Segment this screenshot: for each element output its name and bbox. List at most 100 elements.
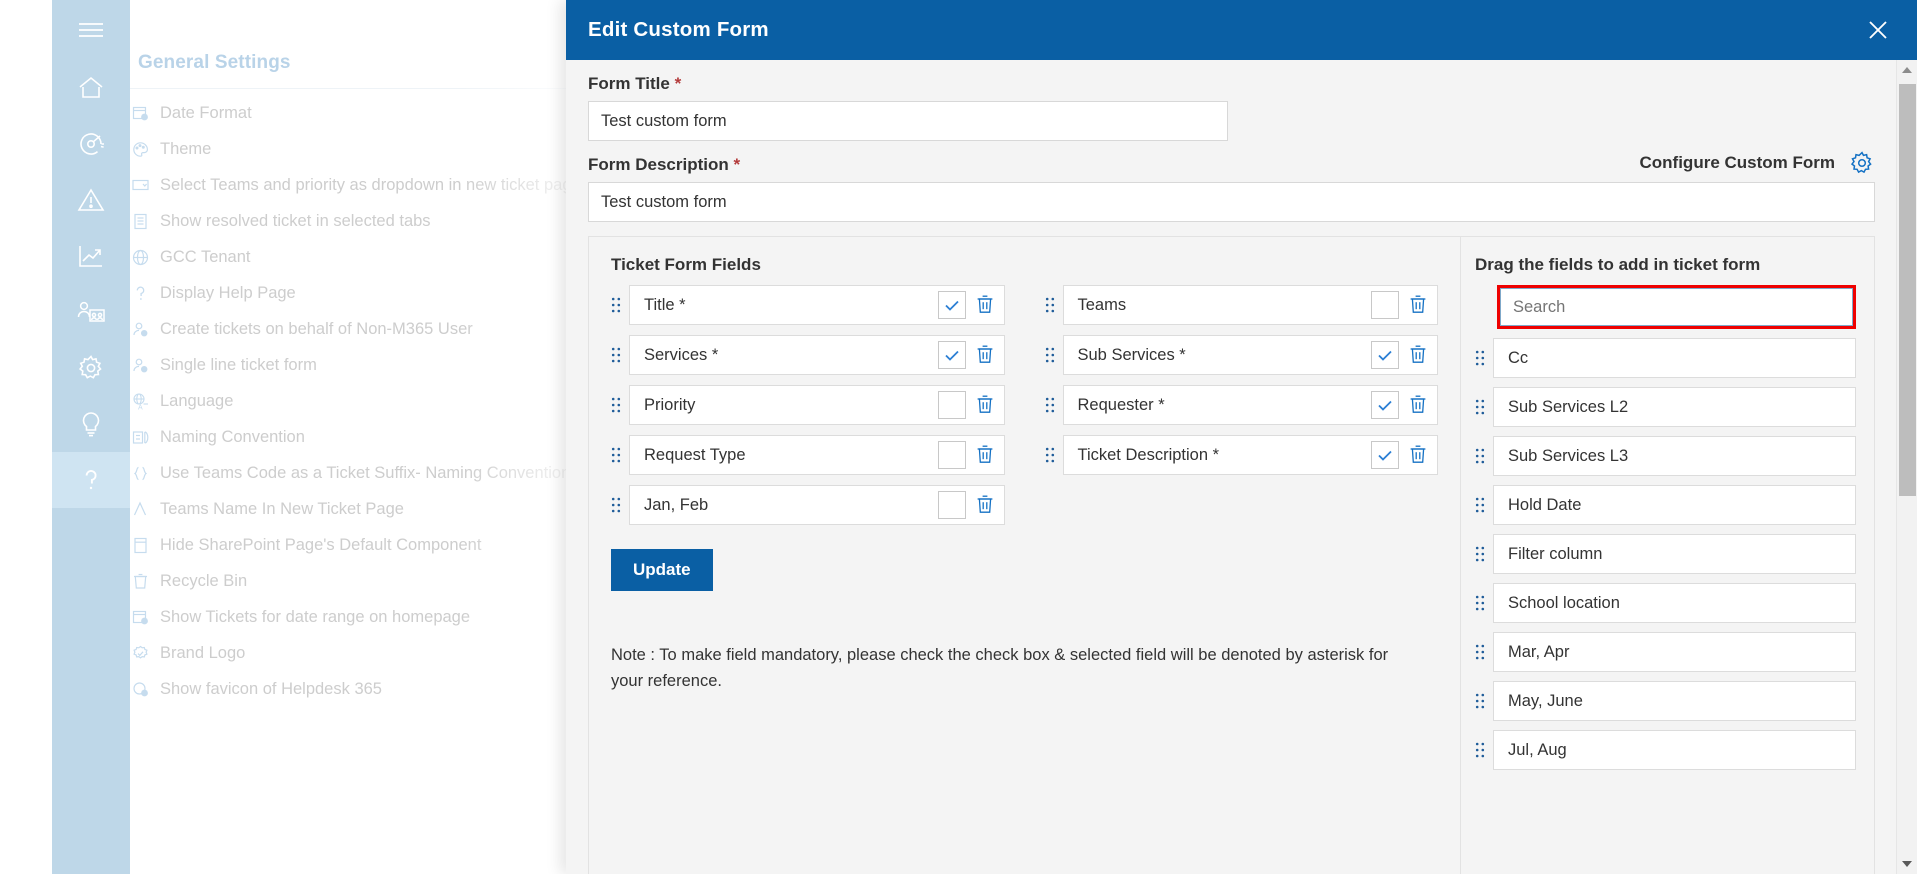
drag-handle-icon[interactable] — [611, 395, 621, 415]
user-block-icon — [130, 319, 150, 339]
drag-handle-icon[interactable] — [611, 345, 621, 365]
palette-item[interactable]: School location — [1475, 583, 1856, 623]
drag-handle-icon[interactable] — [611, 295, 621, 315]
alerts-warning-icon[interactable] — [52, 172, 130, 228]
form-field-box: Jan, Feb — [629, 485, 1005, 525]
search-input[interactable] — [1500, 288, 1853, 326]
mandatory-checkbox[interactable] — [1371, 291, 1399, 319]
badge-icon — [130, 643, 150, 663]
palette-item-label: Mar, Apr — [1493, 632, 1856, 672]
form-field-row[interactable]: Requester * — [1045, 385, 1438, 425]
mandatory-checkbox[interactable] — [937, 391, 966, 419]
hamburger-menu-icon[interactable] — [52, 0, 130, 60]
palette-item-label: Filter column — [1493, 534, 1856, 574]
delete-field-icon[interactable] — [1409, 394, 1429, 416]
settings-gear-icon[interactable] — [52, 340, 130, 396]
delete-field-icon[interactable] — [976, 344, 996, 366]
drag-handle-icon[interactable] — [1475, 544, 1485, 564]
drag-handle-icon[interactable] — [1475, 642, 1485, 662]
drag-handle-icon[interactable] — [1045, 345, 1055, 365]
drag-handle-icon[interactable] — [1045, 445, 1055, 465]
palette-search-highlight — [1497, 285, 1856, 329]
form-field-row[interactable]: Title * — [611, 285, 1005, 325]
mandatory-checkbox[interactable] — [937, 491, 966, 519]
drag-handle-icon[interactable] — [1045, 295, 1055, 315]
drag-handle-icon[interactable] — [1475, 740, 1485, 760]
dashboard-gauge-icon[interactable] — [52, 116, 130, 172]
analytics-chart-icon[interactable] — [52, 228, 130, 284]
palette-item[interactable]: Mar, Apr — [1475, 632, 1856, 672]
form-field-row[interactable]: Ticket Description * — [1045, 435, 1438, 475]
delete-field-icon[interactable] — [1409, 444, 1429, 466]
form-field-box: Sub Services * — [1062, 335, 1438, 375]
form-field-box: Priority — [629, 385, 1005, 425]
home-icon[interactable] — [52, 60, 130, 116]
form-description-label-text: Form Description — [588, 155, 729, 174]
form-title-label: Form Title * — [588, 74, 1875, 94]
update-button[interactable]: Update — [611, 549, 713, 591]
palette-item[interactable]: Hold Date — [1475, 485, 1856, 525]
configure-custom-form-label: Configure Custom Form — [1639, 153, 1836, 172]
form-title-input[interactable] — [588, 101, 1228, 141]
palette-item[interactable]: Filter column — [1475, 534, 1856, 574]
drag-handle-icon[interactable] — [1475, 691, 1485, 711]
scrollbar-thumb[interactable] — [1899, 84, 1916, 496]
mandatory-checkbox[interactable] — [937, 291, 966, 319]
scroll-down-icon[interactable] — [1897, 854, 1917, 874]
mandatory-checkbox[interactable] — [937, 341, 966, 369]
palette-item[interactable]: Sub Services L2 — [1475, 387, 1856, 427]
dropdown-icon — [130, 175, 150, 195]
drag-handle-icon[interactable] — [1475, 446, 1485, 466]
form-field-row[interactable]: Sub Services * — [1045, 335, 1438, 375]
dialog-scrollbar[interactable] — [1896, 60, 1917, 874]
form-builder-area: Ticket Form Fields Title * Services * Pr… — [588, 236, 1875, 874]
palette-item[interactable]: Jul, Aug — [1475, 730, 1856, 770]
mandatory-checkbox[interactable] — [937, 441, 966, 469]
delete-field-icon[interactable] — [976, 294, 996, 316]
palette-item-label: Sub Services L3 — [1493, 436, 1856, 476]
close-icon[interactable] — [1861, 13, 1895, 47]
globe-icon — [130, 247, 150, 267]
mandatory-checkbox[interactable] — [1371, 441, 1399, 469]
form-field-row[interactable]: Request Type — [611, 435, 1005, 475]
form-field-row[interactable]: Services * — [611, 335, 1005, 375]
field-palette-panel: Drag the fields to add in ticket form Cc… — [1460, 236, 1875, 874]
palette-heading: Drag the fields to add in ticket form — [1475, 255, 1761, 274]
required-marker: * — [733, 155, 741, 174]
drag-handle-icon[interactable] — [611, 495, 621, 515]
form-field-label: Teams — [1077, 295, 1127, 314]
palette-item[interactable]: Cc — [1475, 338, 1856, 378]
form-description-input[interactable] — [588, 182, 1875, 222]
delete-field-icon[interactable] — [976, 494, 996, 516]
form-field-label: Sub Services * — [1077, 345, 1186, 364]
drag-handle-icon[interactable] — [1475, 348, 1485, 368]
drag-handle-icon[interactable] — [1045, 395, 1055, 415]
form-field-label: Title * — [644, 295, 686, 314]
teams-people-icon[interactable] — [52, 284, 130, 340]
delete-field-icon[interactable] — [1409, 294, 1429, 316]
form-field-row[interactable]: Jan, Feb — [611, 485, 1005, 525]
drag-handle-icon[interactable] — [1475, 593, 1485, 613]
delete-field-icon[interactable] — [1409, 344, 1429, 366]
favicon-icon — [130, 679, 150, 699]
palette-item[interactable]: May, June — [1475, 681, 1856, 721]
drag-handle-icon[interactable] — [1475, 495, 1485, 515]
mandatory-checkbox[interactable] — [1371, 391, 1399, 419]
gear-icon[interactable] — [1849, 150, 1875, 176]
date-format-icon — [130, 103, 150, 123]
form-field-row[interactable]: Teams — [1045, 285, 1438, 325]
palette-item[interactable]: Sub Services L3 — [1475, 436, 1856, 476]
delete-field-icon[interactable] — [976, 394, 996, 416]
drag-handle-icon[interactable] — [611, 445, 621, 465]
form-field-box: Requester * — [1062, 385, 1438, 425]
help-question-icon[interactable] — [52, 452, 130, 508]
form-field-row[interactable]: Priority — [611, 385, 1005, 425]
configure-custom-form-action[interactable]: Configure Custom Form — [1640, 150, 1876, 176]
drag-handle-icon[interactable] — [1475, 397, 1485, 417]
scroll-up-icon[interactable] — [1897, 60, 1917, 80]
ticket-form-fields-panel: Ticket Form Fields Title * Services * Pr… — [588, 236, 1460, 874]
palette-item-label: Cc — [1493, 338, 1856, 378]
mandatory-checkbox[interactable] — [1371, 341, 1399, 369]
delete-field-icon[interactable] — [976, 444, 996, 466]
ideas-bulb-icon[interactable] — [52, 396, 130, 452]
